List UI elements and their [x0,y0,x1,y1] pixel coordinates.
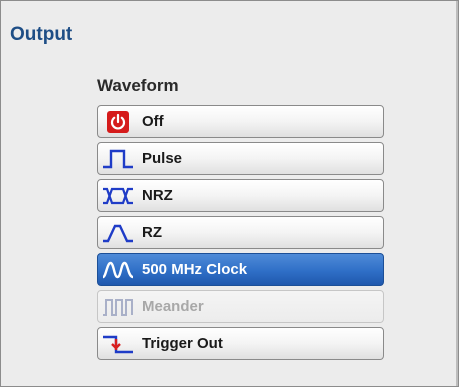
trigger-out-icon [100,331,136,357]
nrz-wave-icon [100,183,136,209]
waveform-meander-label: Meander [142,298,204,315]
waveform-nrz-label: NRZ [142,187,173,204]
waveform-meander-button: Meander [97,290,384,323]
power-icon [100,109,136,135]
meander-wave-icon [100,294,136,320]
waveform-pulse-label: Pulse [142,150,183,167]
rz-wave-icon [100,220,136,246]
waveform-list: Off Pulse NRZ RZ 500 MHz Clock Meander T… [97,105,384,364]
waveform-nrz-button[interactable]: NRZ [97,179,384,212]
panel-edge [456,1,458,386]
waveform-rz-label: RZ [142,224,162,241]
waveform-clock-label: 500 MHz Clock [142,261,248,278]
pulse-wave-icon [100,146,136,172]
waveform-off-label: Off [142,113,164,130]
output-panel: Output Waveform Off Pulse NRZ RZ 500 MHz… [0,0,459,387]
waveform-off-button[interactable]: Off [97,105,384,138]
waveform-pulse-button[interactable]: Pulse [97,142,384,175]
waveform-trigger-out-label: Trigger Out [142,335,223,352]
panel-title: Output [10,24,73,45]
waveform-clock-button[interactable]: 500 MHz Clock [97,253,384,286]
waveform-trigger-out-button[interactable]: Trigger Out [97,327,384,360]
waveform-rz-button[interactable]: RZ [97,216,384,249]
sine-wave-icon [100,257,136,283]
waveform-group-label: Waveform [97,76,179,95]
